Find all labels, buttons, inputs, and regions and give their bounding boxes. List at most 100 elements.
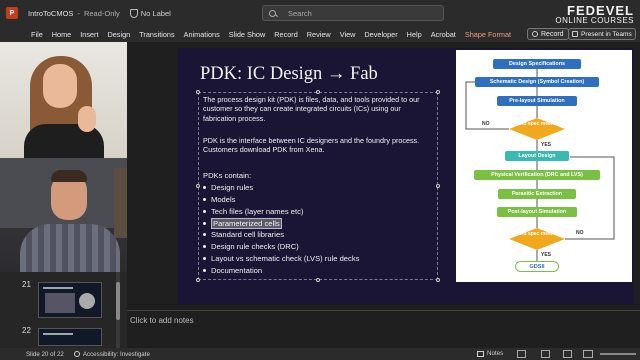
tab-transitions[interactable]: Transitions <box>139 30 174 39</box>
tab-slide-show[interactable]: Slide Show <box>229 30 266 39</box>
record-button-label: Record <box>541 30 564 38</box>
tab-file[interactable]: File <box>31 30 43 39</box>
list-item-selected[interactable]: Parameterized cells <box>203 218 282 229</box>
thumbnail-graphic <box>79 293 95 309</box>
slide-sorter-icon[interactable] <box>541 350 550 358</box>
tab-home[interactable]: Home <box>52 30 71 39</box>
video-feed-presenter-2 <box>0 158 148 272</box>
slide-title[interactable]: PDK: IC Design → Fab <box>200 64 378 85</box>
thumbnail-image <box>45 293 75 313</box>
list-item: Standard cell libraries <box>203 230 284 239</box>
present-in-teams-label: Present in Teams <box>581 30 632 38</box>
bullet-dot <box>203 257 206 260</box>
bullet-dot <box>203 269 206 272</box>
tab-help[interactable]: Help <box>407 30 422 39</box>
teams-icon <box>572 31 578 37</box>
flow-step-design-specifications: Design Specifications <box>493 59 581 69</box>
file-name: IntroToCMOS <box>28 8 74 18</box>
notes-toggle-button[interactable]: Notes <box>477 350 503 357</box>
flow-step-parasitic-extraction: Parasitic Extraction <box>498 189 576 199</box>
slide-paragraph-1: The process design kit (PDK) is files, d… <box>203 95 420 123</box>
slide-counter: Slide 20 of 22 <box>26 350 64 358</box>
thumbnail-number-22: 22 <box>22 326 31 335</box>
brand-tagline: ONLINE COURSES <box>555 16 634 25</box>
notes-pane[interactable] <box>127 310 640 348</box>
tab-shape-format[interactable]: Shape Format <box>465 30 511 39</box>
tab-animations[interactable]: Animations <box>184 30 220 39</box>
resize-handle-bottom-right[interactable] <box>436 278 440 282</box>
normal-view-icon[interactable] <box>517 350 526 358</box>
tab-record[interactable]: Record <box>274 30 298 39</box>
bullet-dot <box>203 210 206 213</box>
accessibility-icon <box>73 351 80 357</box>
title-separator: - <box>77 8 80 18</box>
flow-decision-1: Did spec meet? <box>509 118 565 140</box>
flow-step-schematic-design: Schematic Design (Symbol Creation) <box>475 77 599 87</box>
bullet-dot <box>203 198 206 201</box>
list-item: Layout vs schematic check (LVS) rule dec… <box>203 254 359 263</box>
accessibility-checker[interactable]: Accessibility: Investigate <box>73 351 150 358</box>
flow-step-physical-verification: Physical Verification (DRC and LVS) <box>474 170 600 180</box>
resize-handle-bottom[interactable] <box>316 278 320 282</box>
slideshow-icon[interactable] <box>583 350 593 358</box>
brand-watermark: FEDEVEL ONLINE COURSES <box>555 3 634 25</box>
tab-acrobat[interactable]: Acrobat <box>431 30 456 39</box>
notes-toggle-label: Notes <box>487 350 504 357</box>
tab-developer[interactable]: Developer <box>364 30 397 39</box>
bullet-dot <box>203 245 206 248</box>
tab-insert[interactable]: Insert <box>80 30 98 39</box>
resize-handle-left[interactable] <box>196 184 200 188</box>
decision-2-text: Did spec meet? <box>518 231 556 237</box>
thumbnail-title-line <box>43 287 73 289</box>
no-label-1: NO <box>482 121 490 127</box>
search-placeholder: Search <box>288 8 312 18</box>
shield-icon <box>129 8 138 18</box>
powerpoint-window: P IntroToCMOS - Read-Only No Label Searc… <box>0 0 640 360</box>
presenter-2-body <box>20 224 120 272</box>
notes-placeholder[interactable]: Click to add notes <box>130 316 194 325</box>
reading-view-icon[interactable] <box>563 350 572 358</box>
presenter-1-hand <box>78 106 96 132</box>
video-feed-presenter-1 <box>0 42 127 158</box>
notes-icon <box>477 350 484 357</box>
resize-handle-top-right[interactable] <box>436 90 440 94</box>
zoom-slider[interactable] <box>600 353 636 355</box>
slide-paragraph-2: PDK is the interface between IC designer… <box>203 136 420 155</box>
present-in-teams-button[interactable]: Present in Teams <box>568 28 636 40</box>
resize-handle-top-left[interactable] <box>196 90 200 94</box>
list-item: Tech files (layer names etc) <box>203 207 303 216</box>
slide-thumbnail-21[interactable] <box>38 282 102 318</box>
thumbnail-number-21: 21 <box>22 280 31 289</box>
list-item: Models <box>203 195 235 204</box>
flow-end-gdsii: GDSII <box>515 261 559 272</box>
tab-review[interactable]: Review <box>307 30 331 39</box>
flow-step-pre-layout-simulation: Pre-layout Simulation <box>497 96 577 106</box>
presenter-1-face <box>43 64 77 108</box>
decision-1-text: Did spec meet? <box>518 121 556 127</box>
resize-handle-right[interactable] <box>436 184 440 188</box>
list-item: Design rule checks (DRC) <box>203 242 299 251</box>
slide-thumbnail-22[interactable] <box>38 328 102 346</box>
list-item: Documentation <box>203 266 262 275</box>
resize-handle-top[interactable] <box>316 90 320 94</box>
bullet-dot <box>203 222 206 225</box>
tab-view[interactable]: View <box>340 30 356 39</box>
powerpoint-app-icon: P <box>6 7 18 19</box>
thumbnail-title-line <box>43 333 73 335</box>
search-icon <box>269 9 276 17</box>
sensitivity-label-button[interactable]: No Label <box>129 8 171 18</box>
record-button[interactable]: Record <box>527 28 569 40</box>
flow-step-post-layout-simulation: Post-layout Simulation <box>497 207 577 217</box>
list-heading: PDKs contain: <box>203 171 252 180</box>
yes-label-1: YES <box>541 142 552 148</box>
flow-step-layout-design: Layout Design <box>505 151 569 161</box>
resize-handle-bottom-left[interactable] <box>196 278 200 282</box>
sensitivity-label-text: No Label <box>140 8 171 18</box>
list-item: Design rules <box>203 183 253 192</box>
bullet-dot <box>203 233 206 236</box>
read-only-indicator: Read-Only <box>83 8 120 18</box>
tab-design[interactable]: Design <box>107 30 130 39</box>
thumbnail-scrollbar-thumb[interactable] <box>116 282 120 320</box>
bullet-dot <box>203 186 206 189</box>
search-box[interactable]: Search <box>262 5 444 21</box>
